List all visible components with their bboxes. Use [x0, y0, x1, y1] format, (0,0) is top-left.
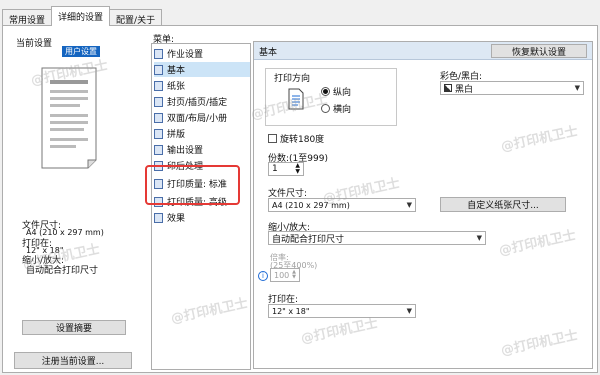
- duplex-icon: [154, 112, 163, 123]
- tab-common-settings[interactable]: 常用设置: [2, 9, 53, 26]
- menu-item-effects[interactable]: 效果: [154, 210, 188, 225]
- output-icon: [154, 144, 163, 155]
- print-on-select[interactable]: 12" x 18" ▼: [268, 304, 416, 318]
- rotate-180-checkbox[interactable]: 旋转180度: [268, 132, 324, 145]
- spinner-icon[interactable]: ▲ ▼: [295, 163, 300, 175]
- menu-item-cover-insert[interactable]: 封页/插页/插定: [154, 94, 230, 109]
- menu-item-duplex-layout[interactable]: 双面/布局/小册: [154, 110, 230, 125]
- section-header: 基本 恢复默认设置: [254, 42, 592, 60]
- settings-summary-button[interactable]: 设置摘要: [22, 320, 126, 335]
- info-icon[interactable]: i: [258, 271, 268, 281]
- color-mode-select[interactable]: 黑白 ▼: [440, 81, 584, 95]
- effects-icon: [154, 212, 163, 223]
- basic-settings-panel: 基本 恢复默认设置 打印方向 纵向 横向 彩色/黑白: 黑白 ▼ 旋转180度 …: [253, 41, 593, 369]
- custom-paper-size-button[interactable]: 自定义纸张尺寸...: [440, 197, 566, 212]
- highlight-box: [145, 165, 240, 205]
- job-settings-icon: [154, 48, 163, 59]
- chevron-down-icon: ▼: [406, 201, 412, 209]
- paper-icon: [154, 80, 163, 91]
- tab-bar: 常用设置 详细的设置 配置/关于: [2, 6, 163, 26]
- imposition-icon: [154, 128, 163, 139]
- menu-item-basic[interactable]: 基本: [154, 62, 250, 77]
- tab-config-about[interactable]: 配置/关于: [109, 9, 163, 26]
- menu-list: 作业设置 基本 纸张 封页/插页/插定 双面/布局/小册 拼版 输出设置 印后处…: [151, 43, 251, 370]
- scale-select[interactable]: 自动配合打印尺寸 ▼: [268, 231, 486, 245]
- chevron-down-icon: ▼: [574, 84, 580, 92]
- menu-item-output-settings[interactable]: 输出设置: [154, 142, 206, 157]
- menu-item-paper[interactable]: 纸张: [154, 78, 188, 93]
- spinner-icon[interactable]: ▲ ▼: [292, 270, 296, 280]
- menu-item-job-settings[interactable]: 作业设置: [154, 46, 206, 61]
- orientation-label: 打印方向: [274, 74, 311, 84]
- register-settings-button[interactable]: 注册当前设置...: [14, 352, 132, 369]
- section-title: 基本: [259, 48, 278, 58]
- chevron-down-icon: ▼: [406, 307, 412, 315]
- basic-icon: [154, 64, 163, 75]
- menu-item-imposition[interactable]: 拼版: [154, 126, 188, 141]
- current-settings-panel: 当前设置 用户设置 文件尺寸: A4 (210 x 297 mm) 打印在: 1…: [8, 34, 140, 369]
- bw-icon: [444, 84, 452, 92]
- restore-defaults-button[interactable]: 恢复默认设置: [491, 44, 587, 58]
- rotate-checkbox-box: [268, 134, 277, 143]
- tab-detailed-settings[interactable]: 详细的设置: [51, 6, 111, 26]
- copies-input[interactable]: 1 ▲ ▼: [268, 162, 304, 176]
- chevron-down-icon: ▼: [476, 234, 482, 242]
- percent-input[interactable]: 100 ▲ ▼: [270, 268, 300, 282]
- cover-icon: [154, 96, 163, 107]
